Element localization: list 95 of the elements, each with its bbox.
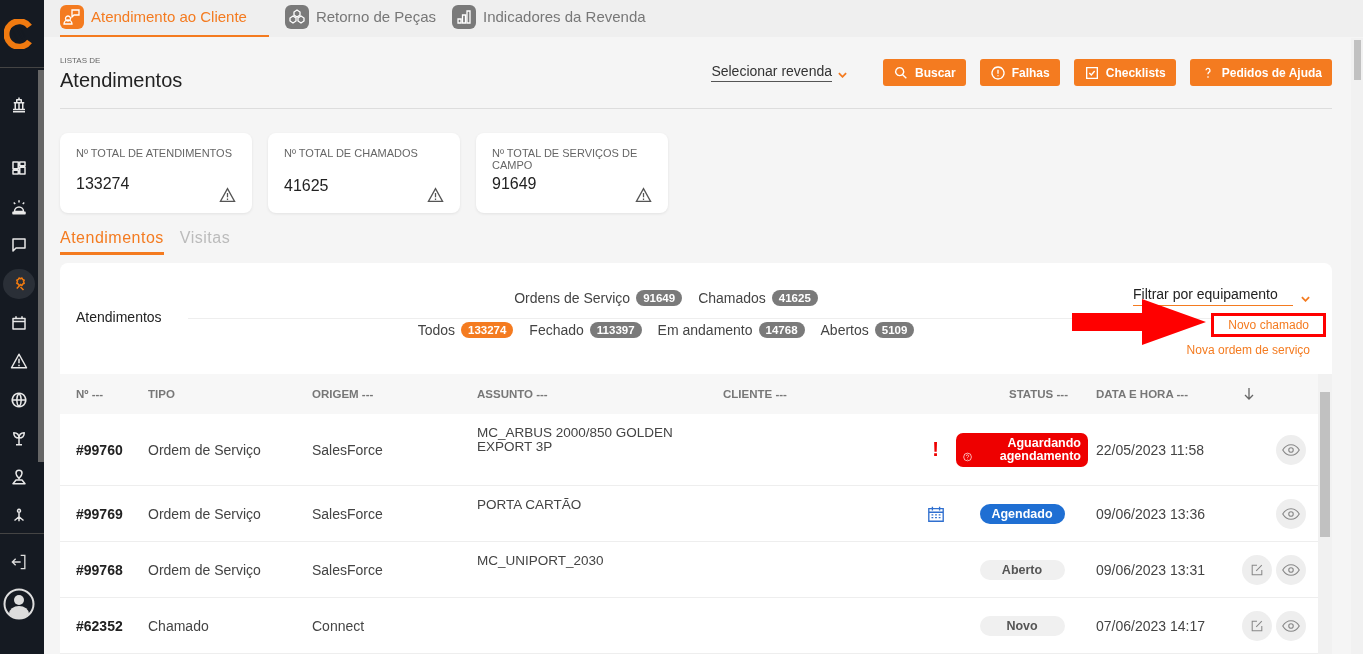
status-badge: Novo <box>979 615 1065 636</box>
edit-button[interactable] <box>1242 610 1272 641</box>
edit-button[interactable] <box>1242 554 1272 585</box>
table-cell-text: Chamado <box>148 617 210 634</box>
section-tab[interactable]: Atendimentos <box>60 229 164 255</box>
column-header[interactable]: TIPO <box>148 388 312 400</box>
calendar-icon <box>926 504 945 523</box>
header-button[interactable]: Checklists <box>1073 59 1176 86</box>
chevron-icon <box>1301 296 1310 302</box>
stat-label: Nº TOTAL DE CHAMADOS <box>284 147 419 161</box>
counter-filter[interactable]: Chamados 41625 <box>698 290 818 306</box>
eye-icon <box>1282 619 1300 632</box>
nav-tab[interactable]: Atendimento ao Cliente <box>60 0 269 37</box>
stat-label: Nº TOTAL DE SERVIÇOS DE CAMPO <box>492 147 639 171</box>
column-header[interactable]: CLIENTE --- <box>723 388 981 400</box>
header-button[interactable]: Buscar <box>883 59 966 86</box>
chat-icon <box>10 236 28 255</box>
table-cell-text: SalesForce <box>312 441 384 458</box>
table-cell-text: #99769 <box>76 505 124 522</box>
view-button[interactable] <box>1276 498 1306 529</box>
warning-icon <box>219 187 236 203</box>
dashboard-icon <box>10 158 28 177</box>
column-header[interactable]: STATUS --- <box>981 388 1096 400</box>
view-button[interactable] <box>1276 434 1306 465</box>
eye-icon <box>1282 507 1300 520</box>
logo-icon <box>4 18 34 49</box>
warning-icon <box>635 187 652 203</box>
table-cell-text: MC_ARBUS 2000/850 GOLDEN EXPORT 3P <box>477 424 674 454</box>
table-cell-text: #99768 <box>76 561 124 578</box>
table-cell-text: SalesForce <box>312 561 384 578</box>
warning-icon <box>427 187 444 203</box>
panel-title: Atendimentos <box>76 309 163 327</box>
table-cell-text: 09/06/2023 13:36 <box>1096 505 1206 522</box>
plant-icon <box>10 429 28 448</box>
eye-icon <box>1282 443 1300 456</box>
table-cell-text: 07/06/2023 14:17 <box>1096 617 1206 634</box>
status-badge: Aberto <box>979 559 1065 580</box>
stat-value: 41625 <box>284 177 330 195</box>
page-eyebrow: LISTAS DE <box>60 55 102 65</box>
status-badge: Agendado <box>979 503 1065 524</box>
equipment-filter[interactable]: Filtrar por equipamento <box>1133 286 1293 306</box>
column-header[interactable]: DATA E HORA --- <box>1096 388 1236 400</box>
view-button[interactable] <box>1276 554 1306 585</box>
alert-mark: ! <box>932 438 939 461</box>
create-link[interactable]: Novo chamado <box>1211 313 1326 337</box>
sort-arrow-icon[interactable] <box>1244 388 1254 400</box>
warning-icon <box>10 352 28 371</box>
header-button[interactable]: Falhas <box>979 59 1060 86</box>
status-badge: Aguardando agendamento <box>956 432 1088 467</box>
page-scrollbar[interactable] <box>1351 38 1363 654</box>
column-header[interactable]: Nº --- <box>76 388 148 400</box>
table-scrollbar[interactable] <box>1318 374 1332 654</box>
support-agent-icon <box>60 4 84 29</box>
counter-filter[interactable]: Em andamento 14768 <box>657 322 805 338</box>
stat-value: 91649 <box>492 175 538 193</box>
table-cell-text: Connect <box>312 617 366 634</box>
counter-filter[interactable]: Abertos 5109 <box>820 322 915 338</box>
search-icon <box>893 64 909 81</box>
stat-value: 133274 <box>76 175 131 193</box>
view-button[interactable] <box>1276 610 1306 641</box>
reseller-select[interactable]: Selecionar revenda <box>711 63 832 82</box>
page-title: Atendimentos <box>60 68 184 92</box>
table-cell-text: 09/06/2023 13:31 <box>1096 561 1206 578</box>
table-cell-text: SalesForce <box>312 505 384 522</box>
calendar-icon <box>10 313 28 332</box>
column-header[interactable]: ASSUNTO --- <box>477 388 723 400</box>
checkbox-icon <box>1083 64 1100 81</box>
counter-filter[interactable]: Todos 133274 <box>417 322 514 338</box>
building-icon <box>10 96 28 115</box>
chevron-icon <box>838 71 847 78</box>
create-link[interactable]: Nova ordem de serviço <box>1186 343 1310 357</box>
help-icon <box>963 449 973 464</box>
table-cell-text: Ordem de Serviço <box>148 561 262 578</box>
counter-filter[interactable]: Ordens de Serviço 91649 <box>514 290 683 306</box>
eye-icon <box>1282 563 1300 576</box>
globe-icon <box>10 390 28 409</box>
table-cell-text: MC_UNIPORT_2030 <box>477 552 605 568</box>
table-cell-text: #62352 <box>76 617 124 634</box>
counter-filter[interactable]: Fechado 113397 <box>529 322 642 338</box>
nav-tab[interactable]: Retorno de Peças <box>284 0 436 37</box>
boxes-icon <box>284 4 309 29</box>
header-button[interactable]: Pedidos de Ajuda <box>1189 59 1332 86</box>
table-cell-text: 22/05/2023 11:58 <box>1096 441 1205 458</box>
bar-chart-icon <box>452 4 476 29</box>
table-cell-text: #99760 <box>76 441 124 458</box>
avatar-icon[interactable] <box>3 588 35 620</box>
stat-label: Nº TOTAL DE ATENDIMENTOS <box>76 147 233 161</box>
map-pin-icon <box>10 468 28 487</box>
nav-tab[interactable]: Indicadores da Revenda <box>452 0 646 37</box>
table-cell-text: Ordem de Serviço <box>148 505 262 522</box>
table-cell-text: Ordem de Serviço <box>148 441 262 458</box>
alarm-icon <box>10 197 28 216</box>
table-cell-text: PORTA CARTÃO <box>477 496 583 512</box>
column-header[interactable]: ORIGEM --- <box>312 388 477 400</box>
alert-icon <box>989 64 1006 81</box>
